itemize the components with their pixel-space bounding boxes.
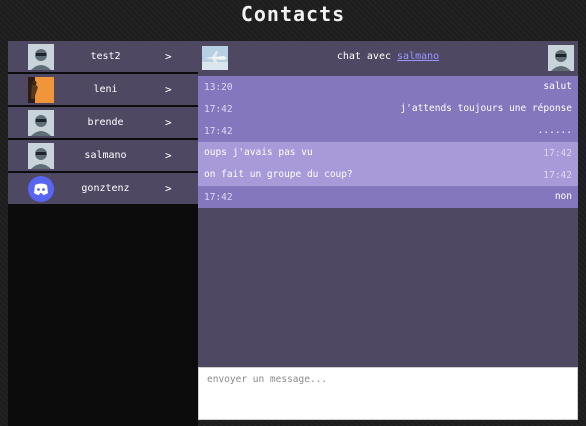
message-row: on fait un groupe du coup? 17:42 [198,164,578,186]
contact-item-brende[interactable]: brende > [8,107,198,138]
message-composer [198,367,578,420]
chat-user-link[interactable]: salmano [397,51,439,62]
contacts-list: test2 > leni > brende > salmano > gonzte… [8,41,198,426]
default-avatar-icon [548,45,574,71]
message-input[interactable] [199,368,577,419]
contact-item-test2[interactable]: test2 > [8,41,198,72]
contact-name: leni [93,84,118,95]
contact-name: gonztenz [81,183,130,194]
contact-name: test2 [90,51,121,62]
contact-name: salmano [84,150,127,161]
orange-figure-avatar [28,77,54,103]
default-avatar-icon [28,110,54,136]
message-text: oups j'avais pas vu [204,147,313,158]
message-text: j'attends toujours une réponse [400,103,572,114]
page-title: Contacts [240,2,346,26]
chevron-right-icon: > [165,149,172,162]
message-time: 17:42 [204,104,233,115]
chat-header: chat avec salmano [198,41,578,75]
default-avatar-icon [28,44,54,70]
message-row: oups j'avais pas vu 17:42 [198,142,578,164]
default-avatar-icon [28,143,54,169]
message-text: on fait un groupe du coup? [204,169,353,180]
contact-item-leni[interactable]: leni > [8,74,198,105]
message-text: non [554,191,572,202]
message-text: salut [543,81,572,92]
chat-title: chat avec salmano [198,51,578,62]
message-row: 17:42 non [198,186,578,208]
chevron-right-icon: > [165,50,172,63]
message-text: ...... [537,125,572,136]
contact-name: brende [87,117,124,128]
message-row: 13:20 salut [198,76,578,98]
message-row: 17:42 ...... [198,120,578,142]
message-time: 13:20 [204,82,233,93]
message-time: 17:42 [543,148,572,159]
chevron-right-icon: > [165,116,172,129]
message-time: 17:42 [543,170,572,181]
contact-item-gonztenz[interactable]: gonztenz > [8,173,198,204]
message-time: 17:42 [204,126,233,137]
contact-item-salmano[interactable]: salmano > [8,140,198,171]
discord-logo-icon [28,176,54,202]
chevron-right-icon: > [165,83,172,96]
chat-panel: chat avec salmano 13:20 salut 17:42 j'at… [198,41,578,367]
message-row: 17:42 j'attends toujours une réponse [198,98,578,120]
chat-title-prefix: chat avec [336,51,391,62]
message-time: 17:42 [204,192,233,203]
chevron-right-icon: > [165,182,172,195]
